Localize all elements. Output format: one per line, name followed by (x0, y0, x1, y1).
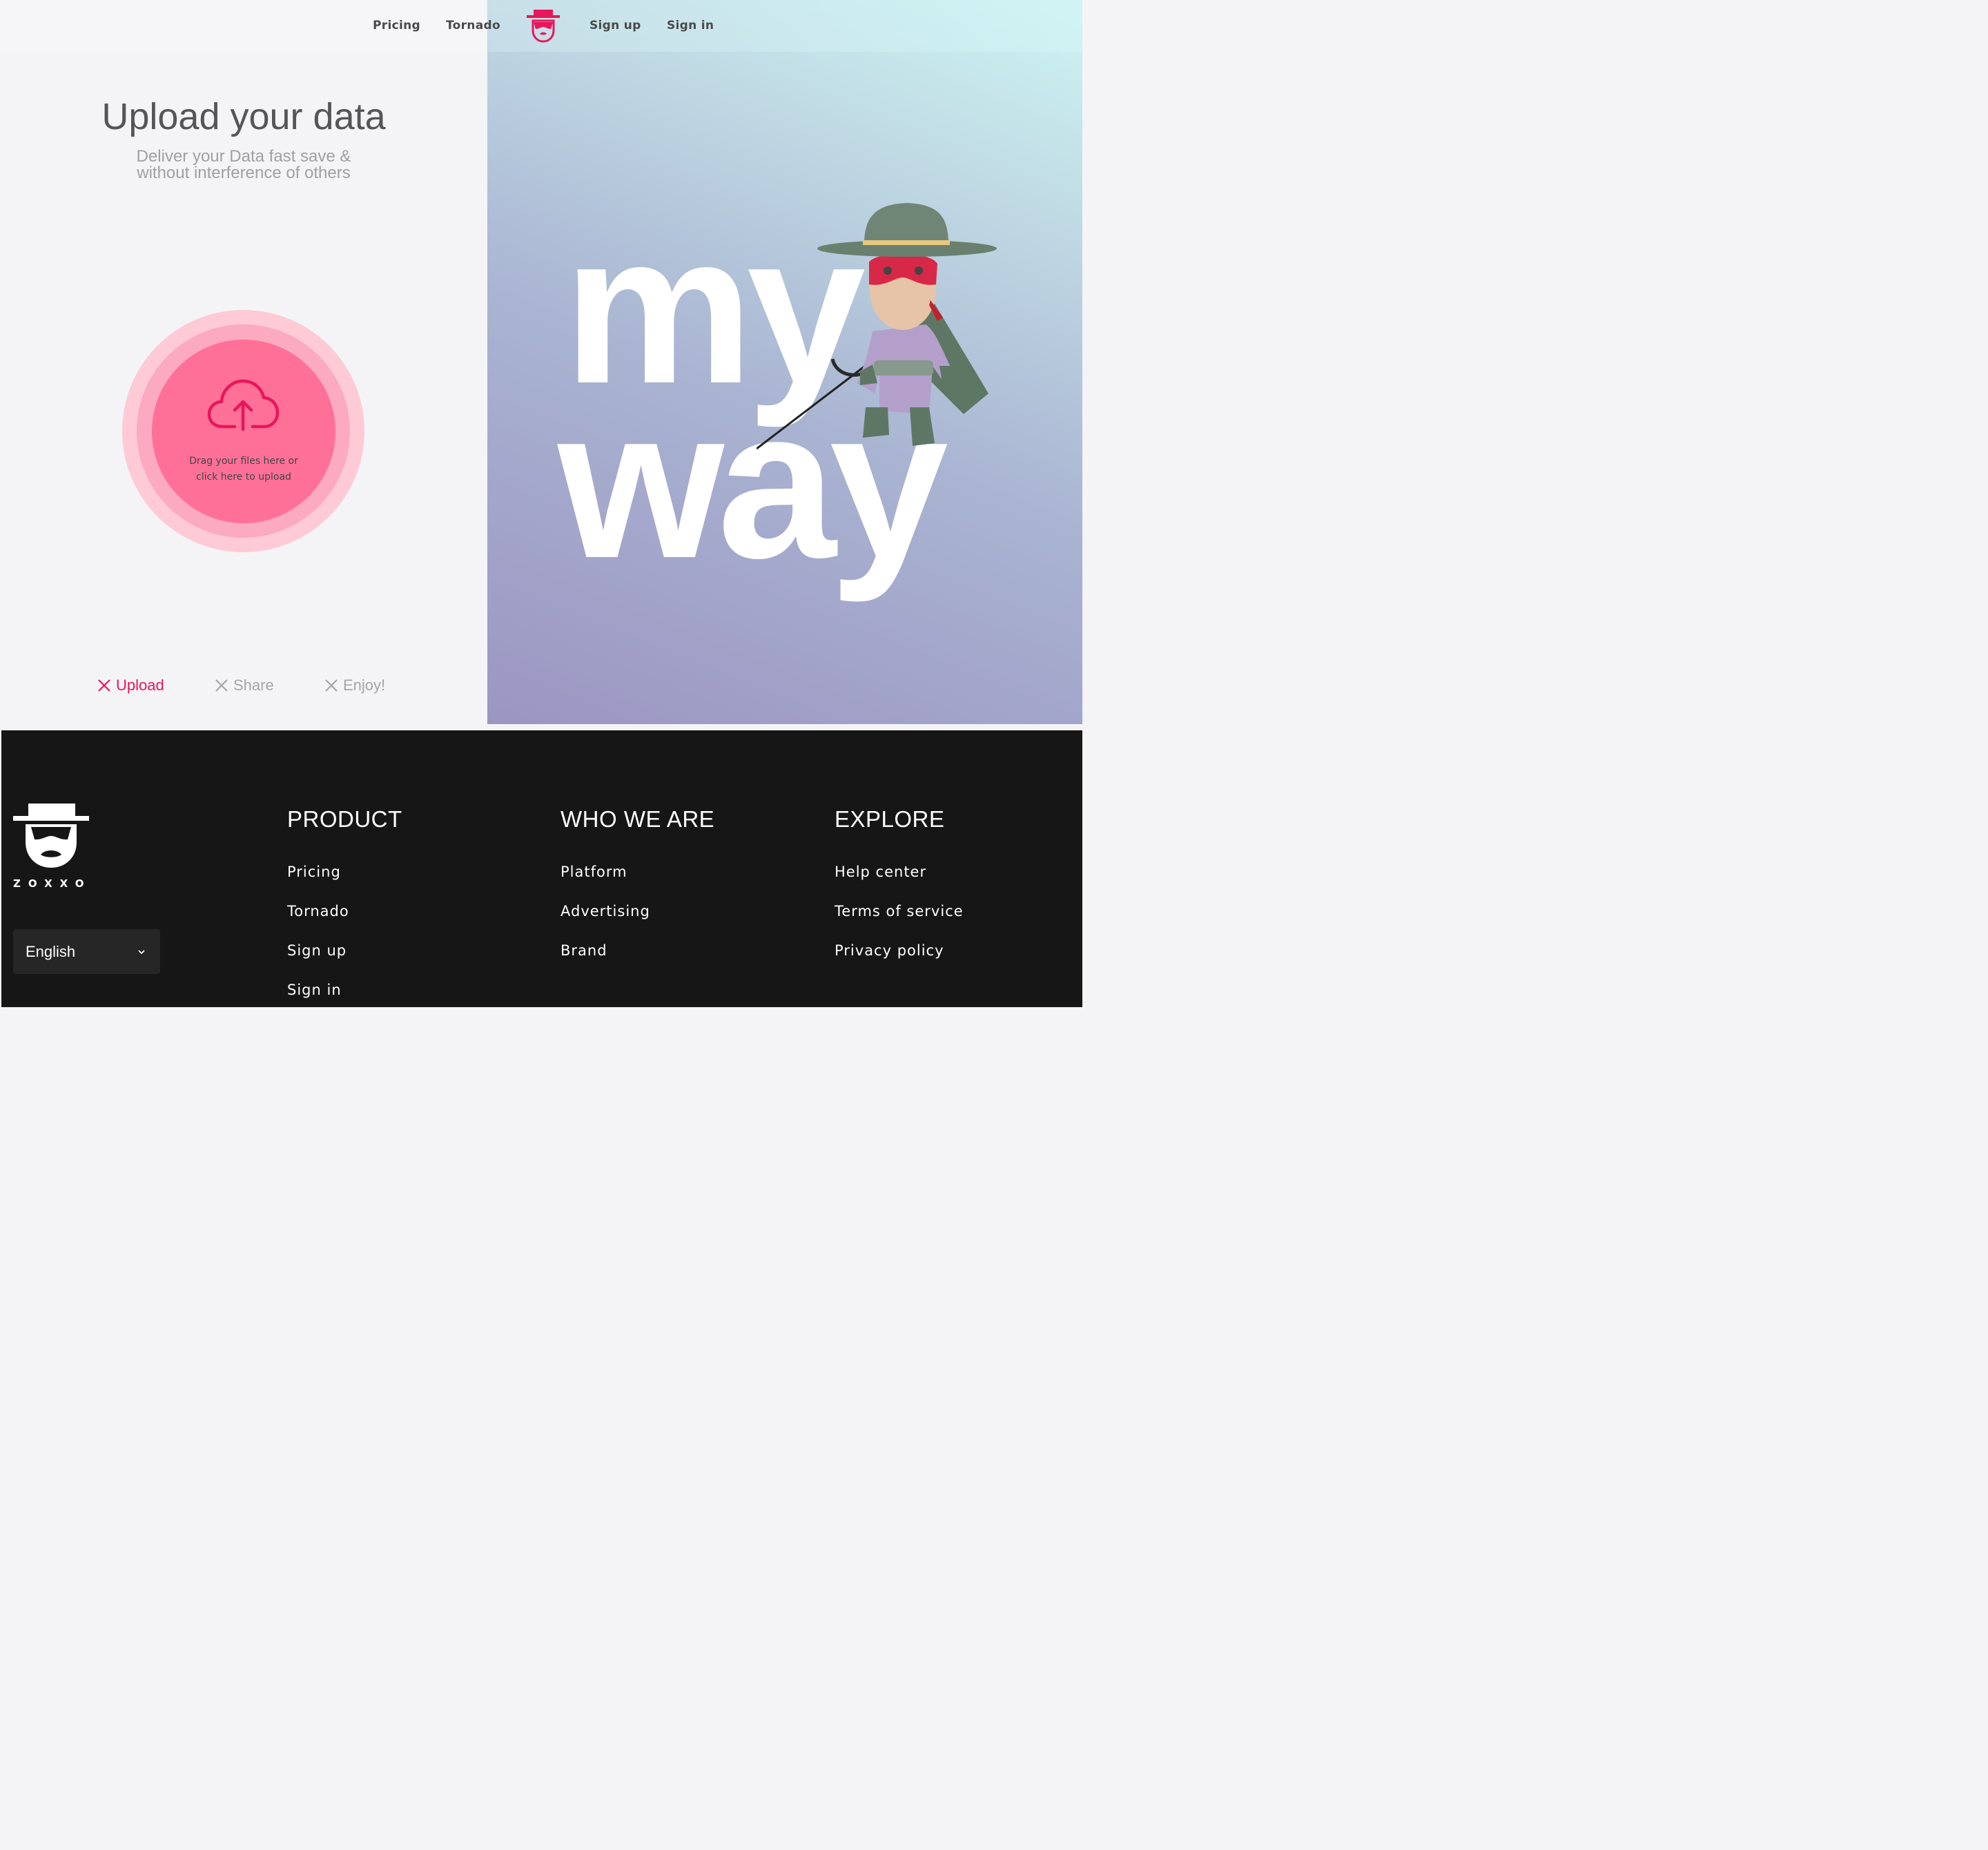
page-subtitle: Deliver your Data fast save & without in… (0, 148, 487, 182)
step-share-label: Share (233, 676, 274, 694)
footer-link-signin[interactable]: Sign in (287, 982, 402, 1000)
zorro-mask-logo-icon[interactable] (525, 10, 561, 43)
footer-column-who-we-are: WHO WE ARE Platform Advertising Brand (561, 806, 714, 982)
step-enjoy-label: Enjoy! (343, 676, 386, 694)
dropzone-instructions: Drag your files here or click here to up… (152, 454, 335, 485)
footer-heading-who-we-are: WHO WE ARE (561, 806, 715, 832)
close-icon (325, 679, 338, 692)
footer-column-product: PRODUCT Pricing Tornado Sign up Sign in (287, 806, 402, 1021)
language-select-value: English (26, 943, 76, 960)
nav-signin-link[interactable]: Sign in (667, 19, 714, 32)
footer-link-advertising[interactable]: Advertising (561, 903, 714, 922)
zoxxo-logo[interactable]: ZOXXO (13, 802, 90, 888)
footer-column-explore: EXPLORE Help center Terms of service Pri… (835, 806, 964, 982)
nav-tornado-link[interactable]: Tornado (446, 19, 500, 32)
footer-heading-explore: EXPLORE (835, 806, 945, 832)
language-select[interactable]: English (13, 929, 160, 974)
dropzone-line-2: click here to upload (196, 471, 291, 483)
footer-link-platform[interactable]: Platform (561, 864, 714, 882)
upload-dropzone[interactable]: Drag your files here or click here to up… (152, 340, 335, 523)
subtitle-line-2: without interference of others (137, 164, 351, 182)
footer-heading-product: PRODUCT (287, 806, 402, 832)
dropzone-line-1: Drag your files here or (189, 456, 298, 467)
zorro-character-illustration (757, 203, 997, 450)
footer-link-privacy[interactable]: Privacy policy (835, 942, 964, 961)
close-icon (98, 679, 110, 692)
hero-panel: my way (487, 0, 1082, 724)
step-upload[interactable]: Upload (97, 676, 164, 694)
step-enjoy[interactable]: Enjoy! (324, 676, 385, 694)
nav-pricing-link[interactable]: Pricing (373, 19, 420, 32)
footer-link-terms[interactable]: Terms of service (835, 903, 964, 922)
footer: ZOXXO English PRODUCT Pricing Tornado Si… (0, 730, 1082, 1007)
nav-signup-link[interactable]: Sign up (589, 19, 641, 32)
footer-link-signup[interactable]: Sign up (287, 942, 402, 961)
brand-wordmark: ZOXXO (13, 877, 90, 888)
subtitle-line-1: Deliver your Data fast save & (136, 147, 351, 166)
footer-link-tornado[interactable]: Tornado (287, 903, 402, 922)
upload-panel: Upload your data Deliver your Data fast … (0, 0, 487, 724)
top-nav: Pricing Tornado Sign up Sign in (0, 0, 1082, 52)
footer-link-pricing[interactable]: Pricing (287, 864, 402, 882)
chevron-down-icon (138, 950, 145, 955)
page-title: Upload your data (101, 96, 386, 137)
step-share[interactable]: Share (214, 676, 274, 694)
step-upload-label: Upload (116, 676, 164, 694)
footer-link-brand[interactable]: Brand (561, 942, 714, 961)
close-icon (215, 679, 228, 692)
footer-link-help-center[interactable]: Help center (835, 864, 964, 882)
cloud-upload-icon (207, 379, 280, 431)
